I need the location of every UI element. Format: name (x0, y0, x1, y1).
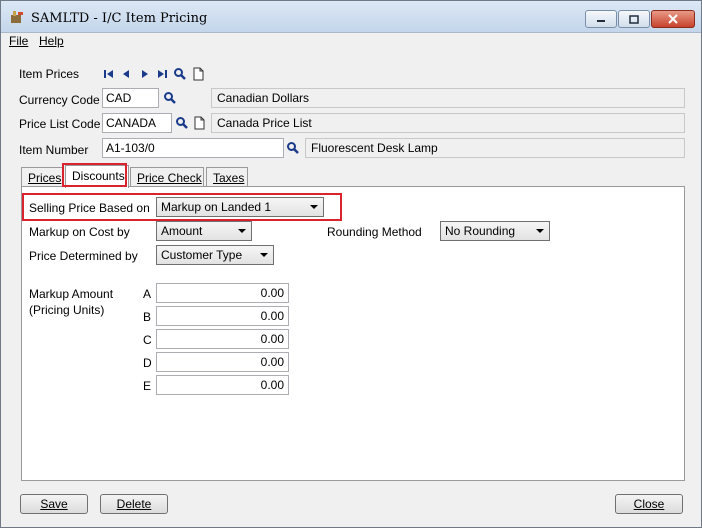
markup-amount-d-input[interactable]: 0.00 (156, 352, 289, 372)
tab-price-check[interactable]: Price Check (130, 167, 204, 187)
item-number-input[interactable]: A1-103/0 (102, 138, 284, 158)
item-number-label: Item Number (19, 143, 89, 157)
currency-description: Canadian Dollars (211, 88, 685, 108)
rounding-method-label: Rounding Method (327, 225, 422, 239)
rounding-method-value: No Rounding (445, 224, 516, 238)
item-finder-icon[interactable] (286, 141, 300, 155)
maximize-button[interactable] (618, 10, 650, 28)
markup-amount-label: Markup Amount (29, 287, 114, 301)
menu-help[interactable]: Help (39, 34, 64, 48)
chevron-down-icon (238, 229, 246, 233)
markup-amount-e-input[interactable]: 0.00 (156, 375, 289, 395)
price-list-new-icon[interactable] (192, 116, 206, 130)
menu-bar: File Help (1, 33, 701, 51)
level-letter: C (143, 333, 152, 347)
discounts-tab-highlight (62, 163, 127, 187)
markup-amount-c-input[interactable]: 0.00 (156, 329, 289, 349)
form-area: Item Prices Currency Code CAD Canadian D… (9, 53, 693, 519)
pricing-units-label: (Pricing Units) (29, 303, 105, 317)
level-letter: A (143, 287, 152, 301)
chevron-down-icon (260, 253, 268, 257)
discounts-panel: Selling Price Based on Markup on Landed … (21, 186, 685, 481)
price-list-finder-icon[interactable] (175, 116, 189, 130)
selling-price-based-on-value: Markup on Landed 1 (161, 200, 272, 214)
delete-button-label: Delete (116, 497, 152, 511)
price-list-code-label: Price List Code (19, 117, 101, 131)
price-determined-by-select[interactable]: Customer Type (156, 245, 274, 265)
next-record-icon[interactable] (138, 67, 152, 81)
price-list-description: Canada Price List (211, 113, 685, 133)
window-title: SAMLTD - I/C Item Pricing (31, 11, 208, 26)
markup-on-cost-by-select[interactable]: Amount (156, 221, 252, 241)
markup-amount-b-input[interactable]: 0.00 (156, 306, 289, 326)
close-icon (668, 14, 678, 24)
selling-price-based-on-label: Selling Price Based on (29, 201, 150, 215)
last-record-icon[interactable] (155, 67, 169, 81)
delete-button[interactable]: Delete (100, 494, 168, 514)
menu-file[interactable]: File (9, 34, 28, 48)
item-pricing-window: SAMLTD - I/C Item Pricing File Help Item… (0, 0, 702, 528)
close-button-label: Close (633, 497, 665, 511)
tab-taxes-label: Taxes (213, 171, 245, 185)
tab-prices[interactable]: Prices (21, 167, 63, 187)
currency-finder-icon[interactable] (163, 91, 177, 105)
close-window-button[interactable] (651, 10, 695, 28)
price-determined-by-label: Price Determined by (29, 249, 138, 263)
chevron-down-icon (536, 229, 544, 233)
close-button[interactable]: Close (615, 494, 683, 514)
title-bar[interactable]: SAMLTD - I/C Item Pricing (1, 1, 701, 33)
currency-code-label: Currency Code (19, 93, 100, 107)
markup-on-cost-by-label: Markup on Cost by (29, 225, 130, 239)
selling-price-based-on-select[interactable]: Markup on Landed 1 (156, 197, 324, 217)
currency-code-input[interactable]: CAD (102, 88, 159, 108)
tab-price-check-label: Price Check (137, 171, 202, 185)
minimize-button[interactable] (585, 10, 617, 28)
level-letter: B (143, 310, 152, 324)
maximize-icon (629, 14, 639, 24)
first-record-icon[interactable] (102, 67, 116, 81)
markup-on-cost-by-value: Amount (161, 224, 203, 238)
markup-amount-a-input[interactable]: 0.00 (156, 283, 289, 303)
level-letter: D (143, 356, 152, 370)
price-determined-by-value: Customer Type (161, 248, 243, 262)
caption-buttons (584, 10, 695, 28)
tab-taxes[interactable]: Taxes (206, 167, 248, 187)
minimize-icon (597, 20, 605, 22)
save-button-label: Save (40, 497, 68, 511)
save-button[interactable]: Save (20, 494, 88, 514)
level-letter: E (143, 379, 152, 393)
chevron-down-icon (310, 205, 318, 209)
app-icon (11, 11, 23, 23)
tab-prices-label: Prices (28, 171, 62, 185)
finder-icon[interactable] (173, 67, 187, 81)
rounding-method-select[interactable]: No Rounding (440, 221, 550, 241)
new-document-icon[interactable] (191, 67, 205, 81)
price-list-code-input[interactable]: CANADA (102, 113, 172, 133)
previous-record-icon[interactable] (119, 67, 133, 81)
item-description: Fluorescent Desk Lamp (305, 138, 685, 158)
item-prices-label: Item Prices (19, 67, 80, 81)
